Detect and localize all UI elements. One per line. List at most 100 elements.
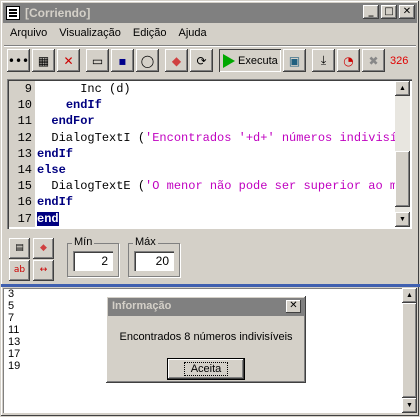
binary-button[interactable]: ↔ bbox=[33, 260, 54, 281]
timer-button[interactable]: ◔ bbox=[337, 49, 360, 72]
loop-button[interactable]: ⟳ bbox=[190, 49, 213, 72]
code-line[interactable]: end bbox=[37, 211, 396, 227]
eraser-small-icon: ◆ bbox=[40, 243, 47, 253]
stop-icon: ✖ bbox=[368, 53, 379, 68]
save-button[interactable]: ▪ bbox=[111, 49, 134, 72]
table-icon: ▤ bbox=[15, 243, 24, 253]
floppy-icon: ▪ bbox=[118, 53, 127, 68]
code-line[interactable]: endIf bbox=[37, 194, 396, 210]
ab-button[interactable]: ab bbox=[9, 260, 30, 281]
variables-button[interactable]: ▤ bbox=[9, 238, 30, 259]
line-number: 16 bbox=[17, 195, 32, 210]
code-line[interactable]: Inc (d) bbox=[37, 81, 396, 97]
window-title: [Corriendo] bbox=[25, 6, 91, 20]
execute-label: Executa bbox=[238, 54, 278, 67]
code-line[interactable]: else bbox=[37, 162, 396, 178]
ok-button[interactable]: Aceita bbox=[168, 359, 244, 379]
code-line[interactable]: DialogTextI ('Encontrados '+d+' números … bbox=[37, 130, 396, 146]
minimize-button[interactable]: _ bbox=[363, 5, 379, 19]
clear-button[interactable]: ◆ bbox=[33, 238, 54, 259]
min-group: Mín 2 bbox=[67, 236, 119, 277]
code-line[interactable]: endIf bbox=[37, 97, 396, 113]
dialog-close-button[interactable]: ✕ bbox=[286, 300, 301, 313]
code-string: 'Encontrados '+d+' números indivisíveis' bbox=[145, 130, 396, 145]
code-editor[interactable]: 9 10 11 12 13 14 15 16 17 Inc (d) endIf … bbox=[7, 79, 412, 229]
ab-icon: ab bbox=[13, 265, 26, 275]
max-field[interactable]: 20 bbox=[134, 251, 174, 271]
line-number: 15 bbox=[17, 179, 32, 194]
maximize-button[interactable]: □ bbox=[381, 5, 397, 19]
output-scroll-down[interactable]: ▼ bbox=[402, 398, 417, 413]
calculator-icon[interactable] bbox=[6, 6, 20, 20]
calculator-tool-icon: ▦ bbox=[37, 53, 50, 68]
splitter[interactable] bbox=[1, 284, 420, 287]
line-number: 13 bbox=[17, 146, 32, 161]
title-bar[interactable]: [Corriendo] _ □ ✕ bbox=[3, 3, 417, 23]
scroll-thumb[interactable] bbox=[395, 151, 410, 207]
code-text-span: DialogTextE ( bbox=[51, 179, 146, 194]
min-label: Mín bbox=[72, 236, 95, 248]
cancel-calc-button[interactable]: ✕ bbox=[57, 49, 80, 72]
line-number: 11 bbox=[17, 114, 32, 129]
code-text-span: DialogTextI ( bbox=[51, 130, 146, 145]
code-keyword: endFor bbox=[51, 114, 95, 129]
new-button[interactable]: ▭ bbox=[86, 49, 109, 72]
line-number: 9 bbox=[24, 82, 32, 96]
window-controls: _ □ ✕ bbox=[361, 5, 415, 19]
output-scrollbar[interactable]: ▲ ▼ bbox=[402, 288, 417, 413]
play-icon bbox=[223, 53, 235, 68]
toolbar: ••• ▦ ✕ ▭ ▪ ◯ ◆ ⟳ Executa ▣ ⤓ ◔ ✖ 326 bbox=[4, 45, 416, 75]
output-scroll-up[interactable]: ▲ bbox=[402, 288, 417, 303]
scroll-down-button[interactable]: ▼ bbox=[395, 212, 410, 227]
code-keyword: end bbox=[37, 211, 59, 226]
eraser-icon: ◆ bbox=[171, 53, 182, 68]
code-keyword: endIf bbox=[37, 146, 74, 161]
monitor-button[interactable]: ▣ bbox=[283, 49, 306, 72]
dots-button[interactable]: ••• bbox=[7, 49, 30, 72]
cancel-icon: ✕ bbox=[63, 53, 74, 68]
parameter-panel: ▤ ◆ ab ↔ Mín 2 Máx 20 bbox=[4, 233, 416, 283]
code-line[interactable]: DialogTextE ('O menor não pode ser super… bbox=[37, 178, 396, 194]
close-button[interactable]: ✕ bbox=[399, 5, 415, 19]
calculator-button[interactable]: ▦ bbox=[32, 49, 55, 72]
step-icon: ⤓ bbox=[320, 53, 327, 67]
line-number: 14 bbox=[17, 162, 32, 177]
speech-bubble-icon: ◯ bbox=[140, 53, 155, 68]
comment-button[interactable]: ◯ bbox=[136, 49, 159, 72]
dots-icon: ••• bbox=[7, 53, 30, 68]
stop-button[interactable]: ✖ bbox=[362, 49, 385, 72]
execute-button[interactable]: Executa bbox=[219, 49, 281, 72]
line-gutter: 9 10 11 12 13 14 15 16 17 bbox=[9, 81, 35, 227]
eraser-button[interactable]: ◆ bbox=[165, 49, 188, 72]
code-line[interactable]: endFor bbox=[37, 113, 396, 129]
monitor-icon: ▣ bbox=[288, 53, 301, 68]
code-keyword: else bbox=[37, 162, 66, 177]
step-counter: 326 bbox=[390, 54, 409, 67]
step-button[interactable]: ⤓ bbox=[312, 49, 335, 72]
line-number: 17 bbox=[17, 211, 32, 226]
code-text[interactable]: Inc (d) endIf endFor DialogTextI ('Encon… bbox=[37, 81, 396, 227]
menu-visualizacao[interactable]: Visualização bbox=[53, 25, 127, 43]
max-group: Máx 20 bbox=[128, 236, 180, 277]
output-scroll-thumb[interactable] bbox=[402, 303, 417, 398]
code-string: 'O menor não pode ser superior ao maior' bbox=[145, 179, 396, 194]
timer-icon: ◔ bbox=[343, 53, 354, 68]
scroll-up-button[interactable]: ▲ bbox=[395, 81, 410, 96]
ok-label: Aceita bbox=[183, 362, 229, 376]
menu-bar: Arquivo Visualização Edição Ajuda bbox=[4, 25, 213, 43]
code-text-span: Inc (d) bbox=[80, 82, 131, 96]
code-line[interactable]: endIf bbox=[37, 146, 396, 162]
dialog-title-bar[interactable]: Informação ✕ bbox=[108, 298, 304, 316]
menu-ajuda[interactable]: Ajuda bbox=[173, 25, 213, 43]
app-window: [Corriendo] _ □ ✕ Arquivo Visualização E… bbox=[0, 0, 420, 417]
code-keyword: endIf bbox=[37, 195, 74, 210]
editor-scrollbar[interactable]: ▲ ▼ bbox=[395, 81, 410, 227]
menu-arquivo[interactable]: Arquivo bbox=[4, 25, 53, 43]
binary-icon: ↔ bbox=[39, 265, 48, 275]
line-number: 12 bbox=[17, 130, 32, 145]
menu-edicao[interactable]: Edição bbox=[127, 25, 173, 43]
line-number: 10 bbox=[17, 98, 32, 113]
max-label: Máx bbox=[133, 236, 158, 248]
loop-icon: ⟳ bbox=[196, 53, 207, 68]
min-field[interactable]: 2 bbox=[73, 251, 113, 271]
